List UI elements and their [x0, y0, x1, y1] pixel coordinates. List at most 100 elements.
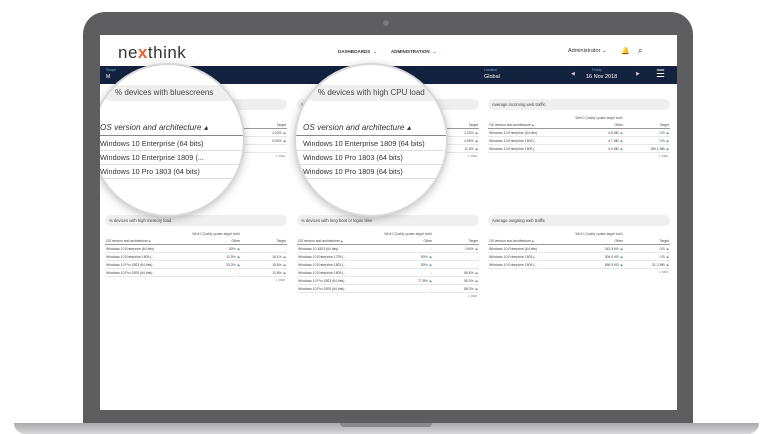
column-header-other[interactable]: Other [577, 123, 623, 127]
table-row[interactable]: Windows 10 Pro 1803 (64 bits) 77.8% ▶ 50.… [297, 277, 479, 285]
hamburger-menu-icon[interactable]: ☰ [656, 69, 665, 80]
location-value[interactable]: Global [484, 74, 500, 80]
row-label: Windows 10 1803 (64 bits) [298, 246, 339, 251]
table-row[interactable]: Windows 10 Pro 1809 (64 bits) - 11.8% ▶ [105, 269, 287, 277]
target-value: - [432, 255, 478, 259]
search-icon[interactable]: ⌕ [638, 46, 642, 56]
user-menu[interactable]: Administrator ⌄ [568, 48, 607, 54]
nav-dashboards[interactable]: DASHBOARDS ⌄ [338, 49, 377, 55]
logo-x: x [137, 43, 148, 62]
column-header-os[interactable]: OS version and architecture ▴ [105, 239, 194, 243]
drilldown-arrow-icon[interactable]: ▶ [476, 271, 478, 275]
drilldown-arrow-icon[interactable]: ▶ [284, 263, 286, 267]
drilldown-arrow-icon[interactable]: ▶ [476, 287, 478, 291]
row-label: Windows 10 Enterprise 1809 (... [106, 254, 155, 259]
row-label: Windows 10 Enterprise 1809 (... [489, 262, 538, 267]
drilldown-arrow-icon[interactable]: ▶ [284, 131, 286, 135]
column-header-other[interactable]: Other [194, 239, 240, 243]
column-header-target[interactable]: Target [623, 239, 669, 243]
value-text: 21.2 MB [652, 262, 665, 267]
previous-day-icon[interactable]: ◀ [571, 71, 575, 77]
table-row[interactable]: Windows 10 Enterprise 1803 (... 50% ▶ - [297, 261, 479, 269]
table-row[interactable]: Windows 10 Enterprise 1809 (... 12.5% ▶ 1… [105, 253, 287, 261]
value-text: 33.3% [226, 262, 236, 267]
value-text: 304.5 KB [604, 254, 619, 259]
value-text: 0 B [659, 246, 665, 251]
other-value: 50% ▶ [194, 247, 240, 251]
table-header: OS version and architecture ▴ Other Targ… [297, 238, 479, 245]
column-header-other[interactable]: Other [386, 239, 432, 243]
table-row[interactable]: Windows 10 Enterprise 1803 (... 304.5 KB… [488, 253, 670, 261]
target-value: 0 B ▶ [623, 131, 669, 135]
other-value: - [194, 271, 240, 275]
magnified-row: Windows 10 Pro 1803 (64 bits) [100, 165, 243, 179]
value-text: - [284, 246, 286, 251]
table-row[interactable]: Windows 10 Enterprise 1709 (... 50% ▶ - [297, 253, 479, 261]
table-row[interactable]: Windows 10 Pro 1803 (64 bits) 33.3% ▶ 15.… [105, 261, 287, 269]
drilldown-arrow-icon[interactable]: ▶ [667, 255, 669, 259]
magnifier-left: % devices with bluescreens OS version an… [100, 65, 243, 215]
csv-export-button[interactable]: ⇩ CSV [297, 294, 479, 298]
drilldown-arrow-icon[interactable]: ▶ [284, 271, 286, 275]
csv-export-button[interactable]: ⇩ CSV [105, 278, 287, 282]
column-header-target[interactable]: Target [240, 123, 286, 127]
table-row[interactable]: Windows 10 Enterprise 1809 (... - 56.8% ▶ [297, 269, 479, 277]
drilldown-arrow-icon[interactable]: ▶ [667, 147, 669, 151]
column-header-os[interactable]: OS version and architecture ▴ [488, 239, 577, 243]
row-label: Windows 10 Enterprise (64 bits) [489, 246, 538, 251]
widget-subtitle: Win10 Quality update target build [384, 232, 432, 236]
scope-value[interactable]: M [106, 74, 110, 80]
widget-card: % devices with long boot or logon time Wi… [297, 215, 479, 298]
location-label: Location [484, 68, 498, 72]
drilldown-arrow-icon[interactable]: ▶ [476, 247, 478, 251]
date-value[interactable]: 16 Nov 2018 [586, 74, 617, 80]
table-row[interactable]: Windows 10 Enterprise (64 bits) 4.8 MB ▶ … [488, 129, 670, 137]
row-label: Windows 10 Pro 1803 (64 bits) [298, 278, 345, 283]
value-text: 180.1 MB [650, 146, 665, 151]
csv-export-button[interactable]: ⇩ CSV [488, 154, 670, 158]
column-header-os[interactable]: OS version and architecture ▴ [297, 239, 386, 243]
magnified-column-header[interactable]: OS version and architecture ▴ [296, 120, 446, 136]
csv-export-button[interactable]: ⇩ CSV [488, 270, 670, 274]
table-header: OS version and architecture ▴ Other Targ… [105, 238, 287, 245]
target-value: - [432, 263, 478, 267]
column-header-target[interactable]: Target [623, 123, 669, 127]
bell-icon[interactable]: 🔔 [621, 47, 630, 55]
magnified-column-header[interactable]: OS version and architecture ▴ [100, 120, 243, 136]
target-value: - [240, 247, 286, 251]
table-row[interactable]: Windows 10 Enterprise (64 bits) 50% ▶ - [105, 245, 287, 253]
table-row[interactable]: Windows 10 Enterprise (64 bits) 342.5 KB… [488, 245, 670, 253]
drilldown-arrow-icon[interactable]: ▶ [667, 139, 669, 143]
other-value: - [386, 271, 432, 275]
value-text: - [476, 262, 478, 267]
row-label: Windows 10 Enterprise 1803 (... [489, 138, 538, 143]
drilldown-arrow-icon[interactable]: ▶ [476, 279, 478, 283]
row-label: Windows 10 Pro 1809 (64 bits) [298, 286, 345, 291]
column-header-target[interactable]: Target [432, 239, 478, 243]
drilldown-arrow-icon[interactable]: ▶ [476, 139, 478, 143]
drilldown-arrow-icon[interactable]: ▶ [476, 147, 478, 151]
widget-title: % devices with long boot or logon time [297, 215, 479, 226]
row-label: Windows 10 Enterprise 1709 (... [298, 254, 347, 259]
value-text: 0 B [659, 130, 665, 135]
target-value: 11.8% ▶ [240, 271, 286, 275]
drilldown-arrow-icon[interactable]: ▶ [284, 255, 286, 259]
column-header-other[interactable]: Other [577, 239, 623, 243]
drilldown-arrow-icon[interactable]: ▶ [667, 247, 669, 251]
column-header-target[interactable]: Target [240, 239, 286, 243]
table-row[interactable]: Windows 10 Enterprise 1809 (... 656.9 KB… [488, 261, 670, 269]
drilldown-arrow-icon[interactable]: ▶ [667, 263, 669, 267]
value-text: 0 B [659, 254, 665, 259]
table-row[interactable]: Windows 10 Enterprise 1803 (... 4.7 MB ▶ … [488, 137, 670, 145]
next-day-icon[interactable]: ▶ [636, 71, 640, 77]
drilldown-arrow-icon[interactable]: ▶ [476, 131, 478, 135]
column-header-os[interactable]: OS version and architecture ▴ [488, 123, 577, 127]
table-row[interactable]: Windows 10 Pro 1809 (64 bits) - 88.2% ▶ [297, 285, 479, 293]
table-row[interactable]: Windows 10 Enterprise 1809 (... 4.4 MB ▶ … [488, 145, 670, 153]
table-row[interactable]: Windows 10 1803 (64 bits) - 100% ▶ [297, 245, 479, 253]
value-text: 4.7 MB [607, 138, 619, 143]
drilldown-arrow-icon[interactable]: ▶ [667, 131, 669, 135]
drilldown-arrow-icon[interactable]: ▶ [284, 139, 286, 143]
logo[interactable]: nexthink [118, 43, 186, 63]
nav-administration[interactable]: ADMINISTRATION ⌄ [391, 49, 436, 55]
